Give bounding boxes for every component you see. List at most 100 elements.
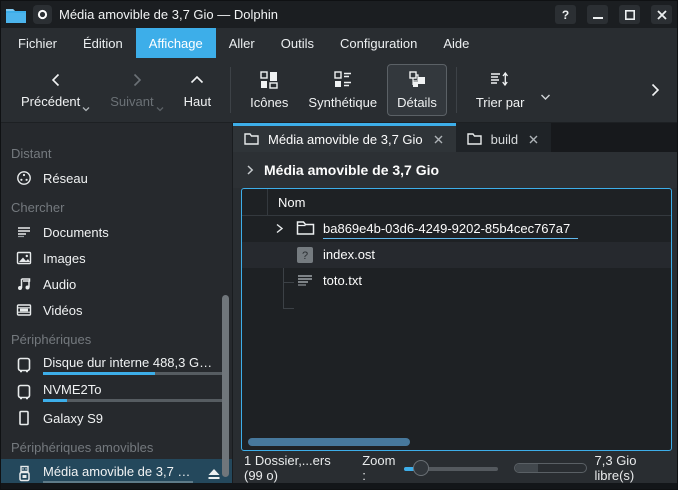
view-compact-button[interactable]: Synthétique xyxy=(298,64,387,116)
sidebar-item-label: Galaxy S9 xyxy=(43,411,224,426)
sidebar-item-label: Vidéos xyxy=(43,303,224,318)
file-name[interactable]: toto.txt xyxy=(323,272,362,289)
file-row-toto-txt[interactable]: toto.txt xyxy=(242,268,671,294)
section-distant: Distant xyxy=(1,141,232,165)
sort-icon xyxy=(489,70,511,90)
pin-badge-icon[interactable] xyxy=(33,5,52,24)
sidebar-item-audio[interactable]: Audio xyxy=(1,271,232,297)
sort-by-button[interactable]: Trier par xyxy=(466,64,535,116)
sidebar-item-label: Images xyxy=(43,251,224,266)
sidebar-item-videos[interactable]: Vidéos xyxy=(1,297,232,323)
tab-build[interactable]: build xyxy=(456,123,551,152)
free-space-text: 7,3 Gio libre(s) xyxy=(595,453,666,483)
menu-configuration[interactable]: Configuration xyxy=(327,28,430,58)
chevron-right-icon[interactable] xyxy=(245,164,255,176)
toolbar-overflow-chevron-icon[interactable] xyxy=(643,76,667,104)
help-button[interactable]: ? xyxy=(555,5,576,24)
zoom-slider-handle[interactable] xyxy=(413,460,429,476)
capacity-bar xyxy=(43,399,224,402)
chevron-down-icon[interactable] xyxy=(540,93,551,101)
sidebar-item-label: Réseau xyxy=(43,171,224,186)
forward-label: Suivant xyxy=(110,94,153,109)
toolbar-separator xyxy=(230,67,231,113)
unknown-file-icon: ? xyxy=(296,246,314,264)
file-name[interactable]: index.ost xyxy=(323,246,375,263)
window-bottom-edge xyxy=(1,483,677,489)
items-summary: 1 Dossier,...ers (99 o) xyxy=(244,453,348,483)
details-view-icon xyxy=(407,70,427,90)
close-tab-icon[interactable] xyxy=(432,133,445,146)
sidebar-item-media-amovible[interactable]: Média amovible de 3,7 … xyxy=(1,459,232,483)
column-header-nom[interactable]: Nom xyxy=(268,189,305,215)
back-button[interactable]: Précédent xyxy=(11,65,100,115)
menu-fichier[interactable]: Fichier xyxy=(5,28,70,58)
menu-aide[interactable]: Aide xyxy=(430,28,482,58)
zoom-slider[interactable] xyxy=(404,459,498,477)
dolphin-folder-icon xyxy=(6,7,26,23)
sidebar-item-documents[interactable]: Documents xyxy=(1,219,232,245)
sidebar-item-galaxy-s9[interactable]: Galaxy S9 xyxy=(1,405,232,431)
zoom-label: Zoom : xyxy=(362,453,396,483)
chevron-right-icon xyxy=(128,71,146,89)
toolbar: Précédent Suivant Haut Icônes Synthétiqu… xyxy=(1,58,677,123)
chevron-down-icon xyxy=(82,106,90,112)
titlebar: Média amovible de 3,7 Gio — Dolphin ? xyxy=(1,1,677,28)
sidebar-item-label: NVME2To xyxy=(43,382,224,397)
hard-drive-icon xyxy=(16,357,32,373)
section-peripheriques: Périphériques xyxy=(1,327,232,351)
column-header-row: Nom xyxy=(242,189,671,216)
sidebar-item-label: Média amovible de 3,7 … xyxy=(43,464,193,479)
horizontal-scrollbar[interactable] xyxy=(248,438,410,446)
view-icons-label: Icônes xyxy=(250,95,288,110)
sidebar-item-disque-dur[interactable]: Disque dur interne 488,3 G… xyxy=(1,351,232,378)
chevron-down-icon xyxy=(156,106,164,112)
tab-media-amovible[interactable]: Média amovible de 3,7 Gio xyxy=(233,123,456,152)
hard-drive-icon xyxy=(16,384,32,400)
tab-label: Média amovible de 3,7 Gio xyxy=(268,132,423,147)
file-name[interactable]: ba869e4b-03d6-4249-9202-85b4cec767a7 xyxy=(323,220,578,239)
file-row-index-ost[interactable]: ? index.ost xyxy=(242,242,671,268)
status-bar: 1 Dossier,...ers (99 o) Zoom : 7,3 Gio l… xyxy=(233,453,677,483)
tab-bar: Média amovible de 3,7 Gio build xyxy=(233,123,677,152)
forward-button[interactable]: Suivant xyxy=(100,65,173,115)
section-chercher: Chercher xyxy=(1,195,232,219)
up-label: Haut xyxy=(184,94,211,109)
window-body: Distant Réseau Chercher Documents Images… xyxy=(1,123,677,483)
sidebar-item-nvme2to[interactable]: NVME2To xyxy=(1,378,232,405)
close-button[interactable] xyxy=(651,5,672,24)
eject-icon[interactable] xyxy=(204,468,224,480)
main-area: Média amovible de 3,7 Gio build Média am… xyxy=(233,123,677,483)
film-icon xyxy=(16,302,32,318)
sidebar-item-label: Documents xyxy=(43,225,224,240)
maximize-button[interactable] xyxy=(619,5,640,24)
breadcrumb-location[interactable]: Média amovible de 3,7 Gio xyxy=(264,162,439,178)
close-tab-icon[interactable] xyxy=(527,133,540,146)
folder-icon xyxy=(296,220,315,236)
file-row-folder[interactable]: ba869e4b-03d6-4249-9202-85b4cec767a7 xyxy=(242,216,671,242)
tab-label: build xyxy=(491,132,518,147)
text-file-icon xyxy=(296,272,314,290)
music-note-icon xyxy=(16,276,32,292)
sidebar-scrollbar[interactable] xyxy=(222,295,229,477)
menu-affichage[interactable]: Affichage xyxy=(136,28,216,58)
minimize-button[interactable] xyxy=(587,5,608,24)
tree-line xyxy=(283,308,294,309)
document-lines-icon xyxy=(16,224,32,240)
file-rows: ba869e4b-03d6-4249-9202-85b4cec767a7 ? i… xyxy=(242,216,671,450)
file-view: Nom ba869e4b-03d6-4249-9202-85b4cec767a7… xyxy=(241,188,672,451)
free-space-bar-fill xyxy=(515,464,538,472)
view-details-button[interactable]: Détails xyxy=(387,64,447,116)
view-icons-button[interactable]: Icônes xyxy=(240,64,298,116)
capacity-bar xyxy=(43,372,224,375)
phone-icon xyxy=(16,410,32,426)
sidebar-item-images[interactable]: Images xyxy=(1,245,232,271)
up-button[interactable]: Haut xyxy=(174,65,221,115)
svg-text:?: ? xyxy=(302,250,308,262)
menu-outils[interactable]: Outils xyxy=(268,28,327,58)
chevron-up-icon xyxy=(188,71,206,89)
places-panel: Distant Réseau Chercher Documents Images… xyxy=(1,123,233,483)
menu-aller[interactable]: Aller xyxy=(216,28,268,58)
expand-chevron-icon[interactable] xyxy=(275,222,284,235)
sidebar-item-reseau[interactable]: Réseau xyxy=(1,165,232,191)
menu-edition[interactable]: Édition xyxy=(70,28,136,58)
